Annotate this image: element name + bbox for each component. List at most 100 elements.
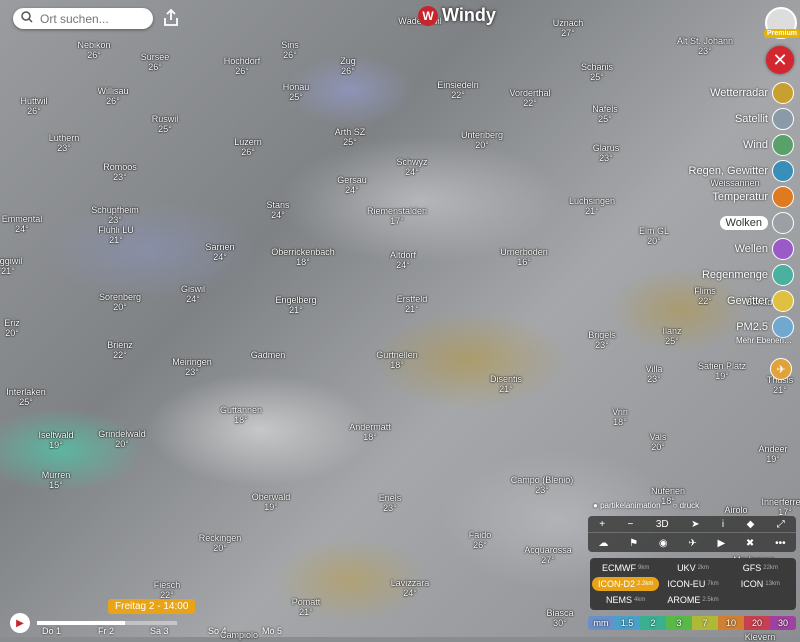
- city-label[interactable]: Schwyz 24°: [396, 157, 427, 177]
- city-label[interactable]: Vrin 18°: [612, 407, 628, 427]
- model-option[interactable]: AROME 2.5km: [659, 593, 726, 607]
- city-label[interactable]: Arth SZ 25°: [335, 127, 366, 147]
- flag-icon[interactable]: ⚑: [629, 538, 638, 549]
- city-label[interactable]: Erstfeld 21°: [397, 294, 428, 314]
- city-label[interactable]: Ilanz 25°: [662, 326, 681, 346]
- city-label[interactable]: Iseltwald 19°: [38, 430, 73, 450]
- city-label[interactable]: Meiringen 23°: [172, 357, 212, 377]
- city-label[interactable]: Vorderthal 22°: [509, 88, 550, 108]
- timeline-day[interactable]: Do 1: [42, 626, 61, 636]
- city-label[interactable]: Engelberg 21°: [275, 295, 316, 315]
- city-label[interactable]: Riemenstalden 17°: [367, 206, 427, 226]
- city-label[interactable]: Innerferrera17°: [761, 497, 800, 517]
- city-label[interactable]: Ruswil 25°: [152, 114, 179, 134]
- windy-logo[interactable]: W Windy: [418, 5, 496, 26]
- layer-item[interactable]: Wetterradar: [684, 80, 794, 106]
- model-option[interactable]: ICON-D2 2.2km: [592, 577, 660, 591]
- city-label[interactable]: Acquarossa 27°: [524, 545, 572, 565]
- city-label[interactable]: Glarus 23°: [593, 143, 620, 163]
- weather-icon[interactable]: ☁: [598, 538, 608, 549]
- city-label[interactable]: Flühli LU 21°: [98, 225, 134, 245]
- city-label[interactable]: Disentis 21°: [490, 374, 522, 394]
- city-label[interactable]: Alt St. Johann 23°: [677, 36, 733, 56]
- city-label[interactable]: Villa 23°: [646, 364, 663, 384]
- zoom-in-button[interactable]: +: [599, 519, 605, 530]
- model-option[interactable]: ICON-EU 7km: [659, 577, 726, 591]
- layer-item[interactable]: Satellit: [684, 106, 794, 132]
- city-label[interactable]: Stans 24°: [266, 200, 289, 220]
- layer-item[interactable]: Gewitter: [684, 288, 794, 314]
- city-label[interactable]: Gersau 24°: [337, 175, 367, 195]
- layer-item[interactable]: Temperatur: [684, 184, 794, 210]
- city-label[interactable]: Pomatt 21°: [292, 597, 321, 617]
- city-label[interactable]: Gadmen: [251, 350, 286, 360]
- city-label[interactable]: Romoos 23°: [103, 162, 137, 182]
- city-label[interactable]: Oberrickenbach 18°: [271, 247, 335, 267]
- layer-item[interactable]: Wind: [684, 132, 794, 158]
- tools-icon[interactable]: ✖: [746, 538, 754, 549]
- city-label[interactable]: Guttannen 18°: [220, 405, 262, 425]
- model-option[interactable]: UKV 2km: [659, 561, 726, 575]
- timeline-day[interactable]: Mo 5: [262, 626, 282, 636]
- search-box[interactable]: [13, 8, 153, 29]
- city-label[interactable]: Gurtnellen 18°: [376, 350, 418, 370]
- city-label[interactable]: Safien Platz 19°: [698, 361, 746, 381]
- model-option[interactable]: ECMWF 9km: [592, 561, 659, 575]
- city-label[interactable]: Fiesch 22°: [154, 580, 181, 600]
- city-label[interactable]: Andeer 19°: [758, 444, 787, 464]
- city-label[interactable]: Hochdorf 26°: [224, 56, 261, 76]
- more-layers-link[interactable]: Mehr Ebenen…: [736, 336, 792, 345]
- city-label[interactable]: Lavizzara 24°: [391, 578, 430, 598]
- city-label[interactable]: Oberwald 19°: [252, 492, 291, 512]
- timeline-day[interactable]: So 4: [208, 626, 227, 636]
- city-label[interactable]: Zug 26°: [340, 56, 356, 76]
- city-label[interactable]: Schanis 25°: [581, 62, 613, 82]
- city-label[interactable]: Campo (Blenio) 23°: [511, 475, 574, 495]
- city-label[interactable]: Giswil 24°: [181, 284, 205, 304]
- city-label[interactable]: Interlaken 25°: [6, 387, 46, 407]
- model-option[interactable]: GFS 22km: [727, 561, 794, 575]
- city-label[interactable]: Brigels 23°: [588, 330, 616, 350]
- city-label[interactable]: Reckingen 20°: [199, 533, 242, 553]
- city-label[interactable]: Einsiedeln 22°: [437, 80, 479, 100]
- city-label[interactable]: Sursee 26°: [141, 52, 170, 72]
- layer-item[interactable]: Wellen: [684, 236, 794, 262]
- city-label[interactable]: Murren 15°: [42, 470, 71, 490]
- city-label[interactable]: Luchsingen 21°: [569, 196, 615, 216]
- city-label[interactable]: Altdorf 24°: [390, 250, 416, 270]
- city-label[interactable]: Eriz 20°: [4, 318, 20, 338]
- timeline-day[interactable]: Sa 3: [150, 626, 169, 636]
- timeline-day[interactable]: Fr 2: [98, 626, 114, 636]
- city-label[interactable]: Grindelwald 20°: [98, 429, 146, 449]
- close-button[interactable]: ✕: [766, 46, 794, 74]
- model-option[interactable]: ICON 13km: [727, 577, 794, 591]
- search-input[interactable]: [38, 10, 152, 27]
- city-label[interactable]: Eggiwil21°: [0, 256, 22, 276]
- locate-icon[interactable]: ➤: [691, 519, 699, 530]
- info-icon[interactable]: i: [722, 519, 724, 530]
- city-label[interactable]: Unteriberg 20°: [461, 130, 503, 150]
- city-label[interactable]: Sins 26°: [281, 40, 299, 60]
- airplane-icon[interactable]: ✈: [770, 358, 792, 380]
- zoom-out-button[interactable]: −: [628, 519, 634, 530]
- pin-icon[interactable]: ◆: [747, 519, 755, 530]
- city-label[interactable]: Vals 20°: [650, 432, 667, 452]
- share-icon[interactable]: [162, 8, 180, 28]
- city-label[interactable]: Nebikon 26°: [77, 40, 110, 60]
- city-label[interactable]: Airolo: [724, 505, 747, 515]
- fullscreen-icon[interactable]: ⤢: [777, 519, 785, 530]
- city-label[interactable]: Eriels 23°: [379, 493, 402, 513]
- city-label[interactable]: Luthern 23°: [49, 133, 80, 153]
- city-label[interactable]: Honau 25°: [283, 82, 310, 102]
- more-icon[interactable]: •••: [775, 538, 786, 549]
- city-label[interactable]: Elm GL 20°: [639, 226, 669, 246]
- play-button[interactable]: ▶: [10, 613, 30, 633]
- particles-toggle[interactable]: ● partikelanimation: [593, 501, 661, 510]
- city-label[interactable]: Sorenberg 20°: [99, 292, 141, 312]
- layer-item[interactable]: Wolken: [684, 210, 794, 236]
- city-label[interactable]: Willisau 26°: [97, 86, 128, 106]
- city-label[interactable]: Schupfheim 23°: [91, 205, 139, 225]
- city-label[interactable]: Huttwil 26°: [20, 96, 47, 116]
- video-icon[interactable]: ▶: [717, 538, 725, 549]
- city-label[interactable]: Sarnen 24°: [205, 242, 234, 262]
